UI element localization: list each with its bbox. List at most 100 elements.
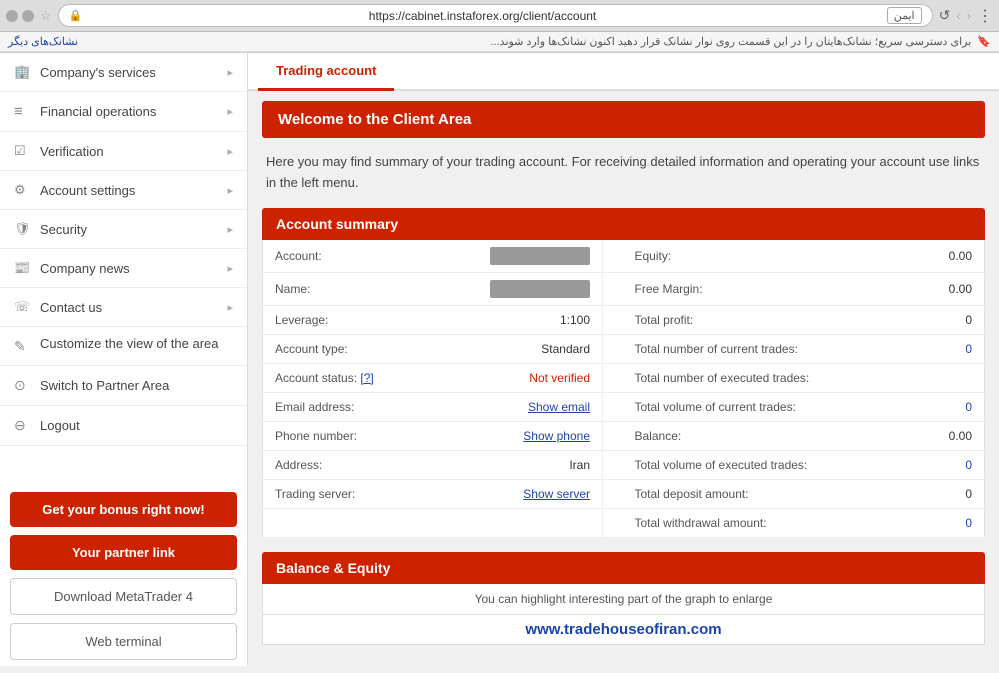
deposit-label: Total deposit amount:: [623, 479, 915, 508]
empty-left: [263, 508, 423, 537]
back-icon[interactable]: ‹: [956, 8, 960, 23]
sidebar-item-contact-us[interactable]: ☏ Contact us ▸: [0, 288, 247, 327]
verification-icon: ☑: [14, 143, 32, 159]
trading-server-label: Trading server:: [263, 479, 423, 508]
app-layout: 🏢 Company's services ▸ ≡ Financial opera…: [0, 53, 999, 666]
chevron-right-icon: ▸: [227, 145, 233, 158]
trading-server-value[interactable]: Show server: [423, 479, 603, 508]
table-row: Trading server: Show server Total deposi…: [263, 479, 985, 508]
reload-icon[interactable]: ↺: [939, 7, 951, 24]
sidebar-item-company-news[interactable]: 📰 Company news ▸: [0, 249, 247, 288]
bonus-button[interactable]: Get your bonus right now!: [10, 492, 237, 527]
sidebar-item-logout[interactable]: ⊖ Logout: [0, 406, 247, 446]
url-text: https://cabinet.instaforex.org/client/ac…: [86, 9, 878, 23]
sidebar-item-switch-partner[interactable]: ⊙ Switch to Partner Area: [0, 366, 247, 406]
sidebar-item-financial-operations[interactable]: ≡ Financial operations ▸: [0, 92, 247, 132]
table-row: Total withdrawal amount: 0: [263, 508, 985, 537]
company-news-icon: 📰: [14, 260, 32, 276]
financial-operations-icon: ≡: [14, 103, 32, 120]
equity-label: Equity:: [623, 240, 915, 273]
browser-controls: [6, 10, 34, 22]
partner-link-button[interactable]: Your partner link: [10, 535, 237, 570]
total-profit-value: 0: [914, 305, 984, 334]
account-summary-section: Account summary Account: Equity: 0.00: [262, 208, 985, 538]
sidebar-item-company-services[interactable]: 🏢 Company's services ▸: [0, 53, 247, 92]
browser-dot: [6, 10, 18, 22]
free-margin-value: 0.00: [914, 272, 984, 305]
content-tabs: Trading account: [248, 53, 999, 91]
bookmarks-label[interactable]: نشانک‌های دیگر: [8, 35, 78, 48]
welcome-banner: Welcome to the Client Area: [262, 101, 985, 138]
deposit-value: 0: [914, 479, 984, 508]
executed-trades-value: [914, 363, 984, 392]
balance-value: 0.00: [914, 421, 984, 450]
chevron-right-icon: ▸: [227, 301, 233, 314]
sidebar-item-label: Customize the view of the area: [40, 335, 233, 353]
bookmarks-text: برای دسترسی سریع؛ نشانک‌هایتان را در این…: [491, 35, 972, 48]
contact-us-icon: ☏: [14, 299, 32, 315]
table-row: Account type: Standard Total number of c…: [263, 334, 985, 363]
account-type-value: Standard: [423, 334, 603, 363]
logout-icon: ⊖: [14, 417, 32, 434]
sidebar-item-label: Switch to Partner Area: [40, 378, 233, 393]
account-label: Account:: [263, 240, 423, 273]
sidebar-item-verification[interactable]: ☑ Verification ▸: [0, 132, 247, 171]
table-row: Email address: Show email Total volume o…: [263, 392, 985, 421]
customize-icon: ✎: [14, 337, 32, 357]
phone-value[interactable]: Show phone: [423, 421, 603, 450]
web-terminal-button[interactable]: Web terminal: [10, 623, 237, 660]
account-summary-table: Account: Equity: 0.00 Name:: [262, 240, 985, 538]
browser-dot: [22, 10, 34, 22]
tab-trading-account[interactable]: Trading account: [258, 53, 394, 91]
name-label: Name:: [263, 272, 423, 305]
account-value: [423, 240, 603, 273]
browser-toolbar: ☆ 🔒 https://cabinet.instaforex.org/clien…: [0, 0, 999, 32]
company-services-icon: 🏢: [14, 64, 32, 80]
sidebar-item-account-settings[interactable]: ⚙ Account settings ▸: [0, 171, 247, 210]
sidebar-item-customize[interactable]: ✎ Customize the view of the area: [0, 327, 247, 366]
sidebar-item-security[interactable]: 🛡 Security ▸: [0, 210, 247, 249]
email-value[interactable]: Show email: [423, 392, 603, 421]
email-label: Email address:: [263, 392, 423, 421]
balance-note: You can highlight interesting part of th…: [262, 584, 985, 615]
current-trades-label: Total number of current trades:: [623, 334, 915, 363]
withdrawal-label: Total withdrawal amount:: [623, 508, 915, 537]
chevron-right-icon: ▸: [227, 223, 233, 236]
download-mt4-button[interactable]: Download MetaTrader 4: [10, 578, 237, 615]
leverage-value: 1:100: [423, 305, 603, 334]
balance-label: Balance:: [623, 421, 915, 450]
chevron-right-icon: ▸: [227, 66, 233, 79]
url-bar[interactable]: 🔒 https://cabinet.instaforex.org/client/…: [58, 4, 933, 27]
sidebar-item-label: Logout: [40, 418, 233, 433]
balance-equity-section: Balance & Equity You can highlight inter…: [262, 552, 985, 645]
sidebar-item-label: Verification: [40, 144, 227, 159]
intro-text: Here you may find summary of your tradin…: [262, 152, 985, 194]
executed-trades-label: Total number of executed trades:: [623, 363, 915, 392]
table-row: Phone number: Show phone Balance: 0.00: [263, 421, 985, 450]
star-icon[interactable]: ☆: [40, 8, 52, 24]
equity-value: 0.00: [914, 240, 984, 273]
bookmark-icon: 🔖: [977, 35, 991, 48]
account-status-value: Not verified: [423, 363, 603, 392]
lock-icon: 🔒: [69, 9, 83, 22]
sidebar-item-label: Account settings: [40, 183, 227, 198]
menu-icon[interactable]: ⋮: [977, 6, 993, 26]
address-label: Address:: [263, 450, 423, 479]
security-label: ایمن: [887, 7, 922, 24]
name-masked: [490, 280, 590, 298]
table-row: Leverage: 1:100 Total profit: 0: [263, 305, 985, 334]
status-help-link[interactable]: [?]: [360, 371, 373, 385]
account-status-label: Account status: [?]: [263, 363, 423, 392]
content-area: Welcome to the Client Area Here you may …: [248, 91, 999, 665]
free-margin-label: Free Margin:: [623, 272, 915, 305]
chevron-right-icon: ▸: [227, 105, 233, 118]
leverage-label: Leverage:: [263, 305, 423, 334]
current-volume-label: Total volume of current trades:: [623, 392, 915, 421]
table-row: Account status: [?] Not verified Total n…: [263, 363, 985, 392]
account-masked: [490, 247, 590, 265]
name-value: [423, 272, 603, 305]
executed-volume-label: Total volume of executed trades:: [623, 450, 915, 479]
forward-icon[interactable]: ›: [967, 8, 971, 23]
address-value: Iran: [423, 450, 603, 479]
phone-label: Phone number:: [263, 421, 423, 450]
